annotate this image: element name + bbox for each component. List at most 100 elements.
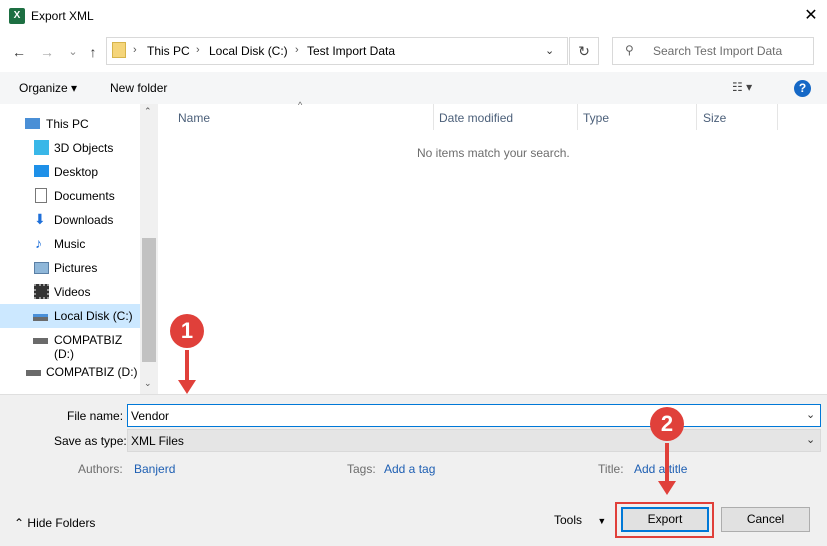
sidebar-item-label: Downloads [54, 213, 114, 227]
music-icon: ♪ [35, 235, 42, 251]
save-as-type-value[interactable]: XML Files [131, 434, 184, 448]
view-list-icon: ☷ ▾ [732, 80, 753, 94]
sidebar-item-downloads[interactable]: ⬇ Downloads [0, 208, 140, 232]
breadcrumb-separator-icon: › [133, 44, 137, 56]
breadcrumb-this-pc[interactable]: This PC [147, 44, 190, 58]
step-1-badge: 1 [170, 314, 204, 348]
step-1-arrow [185, 350, 189, 382]
sidebar-item-label: COMPATBIZ (D:) [54, 333, 123, 361]
sidebar-item-label: Music [54, 237, 86, 251]
sidebar-item-3d-objects[interactable]: 3D Objects [0, 136, 140, 160]
title-label: Title: [598, 462, 624, 476]
forward-button[interactable]: → [38, 43, 56, 61]
scroll-down-icon[interactable]: ⌄ [144, 378, 152, 389]
step-2-badge: 2 [650, 407, 684, 441]
window-title: Export XML [31, 9, 94, 23]
desktop-icon [34, 165, 49, 177]
document-icon [35, 188, 47, 203]
up-button[interactable]: ↑ [84, 43, 102, 61]
video-icon [34, 284, 49, 299]
folder-icon [112, 42, 126, 58]
back-button[interactable]: ← [10, 43, 28, 61]
breadcrumb-separator-icon: › [295, 44, 299, 56]
search-placeholder: Search Test Import Data [653, 44, 783, 58]
help-button[interactable]: ? [794, 80, 811, 97]
computer-icon [25, 118, 40, 129]
column-header-name[interactable]: Name [178, 111, 210, 125]
tools-label: Tools [554, 513, 583, 527]
sidebar-item-label: Desktop [54, 165, 99, 179]
file-name-value[interactable]: Vendor [131, 409, 169, 423]
file-name-label: File name: [67, 409, 124, 423]
drive-icon [26, 370, 41, 376]
close-button[interactable]: ✕ [799, 4, 823, 28]
sidebar-item-label: Videos [54, 285, 91, 299]
breadcrumb-test-import-data[interactable]: Test Import Data [307, 44, 395, 58]
save-as-type-select[interactable] [127, 429, 821, 452]
chevron-down-icon: ▼ [597, 516, 607, 526]
picture-icon [34, 262, 49, 274]
sidebar-item-compatbiz-d[interactable]: COMPATBIZ (D:) [0, 360, 140, 384]
cancel-button[interactable]: Cancel [721, 507, 810, 532]
column-divider [433, 104, 434, 130]
export-button[interactable]: Export [621, 507, 709, 532]
scrollbar-thumb[interactable] [142, 238, 156, 362]
search-icon: ⚲ [625, 43, 634, 57]
excel-icon: X [9, 8, 25, 24]
sidebar-item-documents[interactable]: Documents [0, 184, 140, 208]
column-header-type[interactable]: Type [583, 111, 609, 125]
breadcrumb-separator-icon: › [196, 44, 200, 56]
authors-label: Authors: [78, 462, 123, 476]
step-2-arrow [665, 443, 669, 483]
sidebar-item-pictures[interactable]: Pictures [0, 256, 140, 280]
column-header-size[interactable]: Size [703, 111, 726, 125]
sidebar-item-desktop[interactable]: Desktop [0, 160, 140, 184]
recent-locations-button[interactable]: ⌄ [64, 43, 82, 61]
empty-message: No items match your search. [417, 146, 570, 160]
tools-button[interactable]: Tools ▼ [554, 513, 606, 527]
authors-value[interactable]: Banjerd [134, 462, 175, 476]
drive-icon [33, 314, 48, 321]
close-icon: ✕ [804, 7, 818, 24]
cube-icon [34, 140, 49, 155]
sidebar-item-this-pc[interactable]: This PC [0, 112, 140, 136]
scroll-up-icon[interactable]: ⌃ [144, 106, 152, 117]
step-1-arrow-head [178, 380, 196, 394]
view-options-button[interactable]: ☷ ▾ [732, 80, 752, 94]
sidebar-item-label: Documents [54, 189, 115, 203]
sidebar-item-label: Pictures [54, 261, 98, 275]
save-as-type-dropdown-icon[interactable]: ⌄ [806, 433, 815, 446]
breadcrumb-local-disk[interactable]: Local Disk (C:) [209, 44, 288, 58]
organize-button[interactable]: Organize ▾ [19, 81, 77, 95]
file-name-dropdown-icon[interactable]: ⌄ [806, 408, 815, 421]
refresh-icon: ↻ [578, 43, 590, 59]
file-name-field[interactable] [127, 404, 821, 427]
tags-value[interactable]: Add a tag [384, 462, 435, 476]
sidebar-item-music[interactable]: ♪ Music [0, 232, 140, 256]
column-header-date-modified[interactable]: Date modified [439, 111, 513, 125]
address-dropdown-icon[interactable]: ⌄ [545, 44, 554, 57]
hide-folders-button[interactable]: ⌃ Hide Folders [14, 516, 95, 530]
column-divider [577, 104, 578, 130]
sidebar-item-local-disk[interactable]: Local Disk (C:) [0, 304, 140, 328]
step-2-arrow-head [658, 481, 676, 495]
title-bar [0, 0, 827, 32]
refresh-button[interactable]: ↻ [569, 37, 599, 65]
title-value[interactable]: Add a title [634, 462, 687, 476]
sidebar-item-label: This PC [46, 117, 89, 131]
download-icon: ⬇ [34, 211, 46, 227]
save-as-type-label: Save as type: [54, 434, 127, 448]
chevron-up-icon: ⌃ [14, 516, 25, 530]
sidebar-item-videos[interactable]: Videos [0, 280, 140, 304]
tags-label: Tags: [347, 462, 376, 476]
sort-ascending-icon: ^ [298, 100, 303, 110]
sidebar-item-label: Local Disk (C:) [54, 309, 133, 323]
column-divider [777, 104, 778, 130]
sidebar-item-compatbiz-d[interactable]: COMPATBIZ (D:) [0, 328, 140, 361]
sidebar-item-label: COMPATBIZ (D:) [46, 365, 138, 379]
new-folder-button[interactable]: New folder [110, 81, 167, 95]
column-divider [696, 104, 697, 130]
drive-icon [33, 338, 48, 344]
sidebar-item-label: 3D Objects [54, 141, 114, 155]
hide-folders-label: Hide Folders [27, 516, 96, 530]
